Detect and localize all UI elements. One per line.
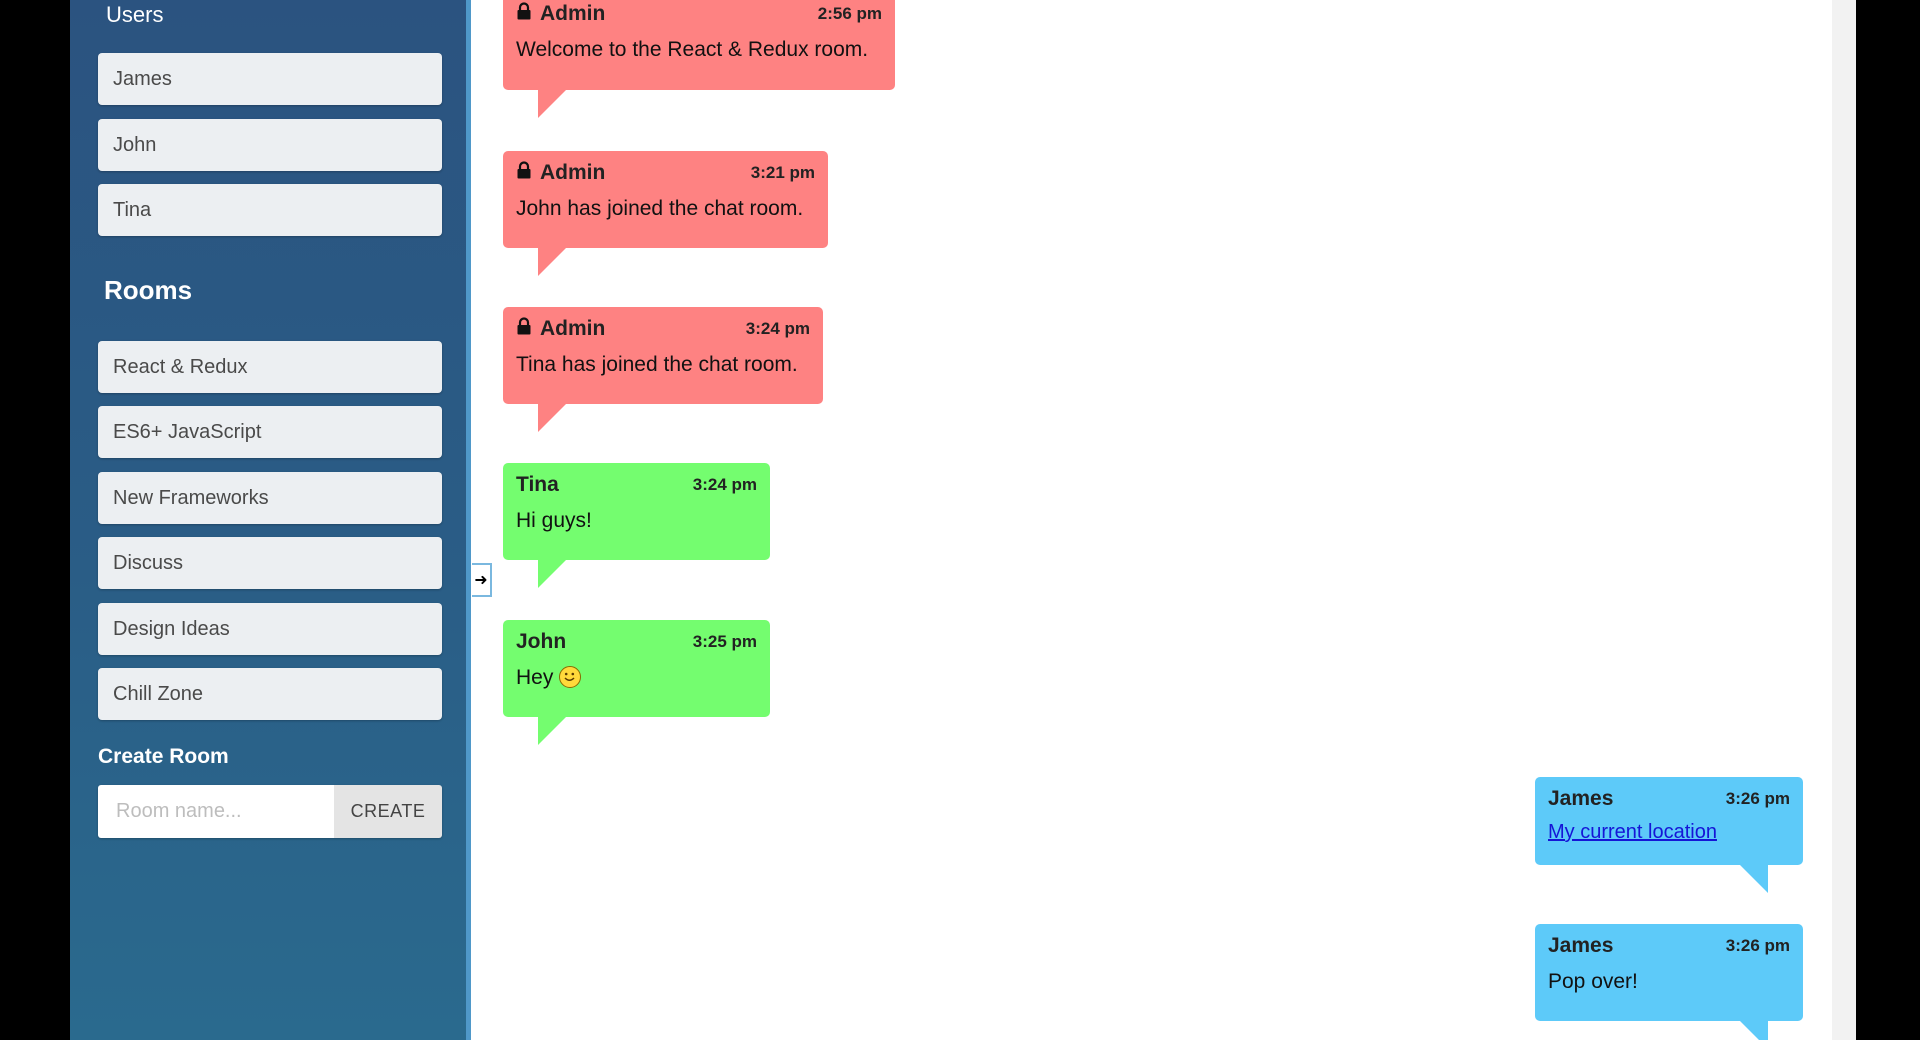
lock-icon [516,161,532,185]
bubble-tail [538,404,566,432]
bubble-tail [538,560,566,588]
message-sender: John [516,630,567,653]
chat-messages-area[interactable]: Admin 2:56 pm Welcome to the React & Red… [471,0,1832,1040]
room-item-chill-zone[interactable]: Chill Zone [98,668,442,720]
create-room-button[interactable]: CREATE [334,785,442,838]
chat-scroll-track[interactable] [1832,0,1856,1040]
message-bubble: Admin 2:56 pm Welcome to the React & Red… [503,0,895,118]
user-item-james[interactable]: James [98,53,442,105]
message-time: 3:24 pm [745,319,810,338]
message-text: John has joined the chat room. [516,197,804,220]
room-item-es6-javascript[interactable]: ES6+ JavaScript [98,406,442,458]
room-item-design-ideas[interactable]: Design Ideas [98,603,442,655]
room-item-react-redux[interactable]: React & Redux [98,341,442,393]
message-bubble: James 3:26 pm Pop over! [1535,924,1803,1040]
arrow-right-icon: ➜ [474,572,488,589]
bubble-tail [1740,1021,1768,1040]
lock-icon [516,2,532,26]
smiley-emoji-icon [559,666,582,688]
message-time: 3:24 pm [692,475,757,494]
message-sender: James [1548,787,1614,810]
bubble-tail [538,717,566,745]
message-text: Hi guys! [516,509,592,532]
users-heading: Users [106,2,164,27]
bubble-tail [538,248,566,276]
message-text: Pop over! [1548,970,1638,993]
rooms-heading: Rooms [104,275,193,305]
message-sender: Admin [540,317,606,340]
message-bubble: James 3:26 pm My current location [1535,777,1803,893]
bubble-tail [1740,865,1768,893]
message-bubble: Admin 3:24 pm Tina has joined the chat r… [503,307,823,432]
message-time: 3:26 pm [1725,936,1790,955]
message-time: 3:21 pm [750,163,815,182]
message-text: Tina has joined the chat room. [516,353,798,376]
room-item-discuss[interactable]: Discuss [98,537,442,589]
create-room-form: CREATE [98,785,442,838]
message-time: 3:25 pm [692,632,757,651]
bubble-tail [538,90,566,118]
message-bubble: Admin 3:21 pm John has joined the chat r… [503,151,828,276]
room-item-new-frameworks[interactable]: New Frameworks [98,472,442,524]
message-bubble: John 3:25 pm Hey [503,620,770,745]
message-sender: Tina [516,473,559,496]
message-text: Hey [516,666,554,689]
room-name-input[interactable] [98,785,334,838]
sidebar: Users James John Tina Rooms React & Redu… [70,0,470,1040]
message-text: Welcome to the React & Redux room. [516,38,869,61]
location-link[interactable]: My current location [1548,821,1717,844]
message-time: 3:26 pm [1725,789,1790,808]
user-item-john[interactable]: John [98,119,442,171]
message-sender: Admin [540,161,606,184]
message-sender: James [1548,934,1614,957]
message-bubble: Tina 3:24 pm Hi guys! [503,463,770,588]
create-room-heading: Create Room [98,745,229,768]
sidebar-toggle-button[interactable]: ➜ [472,563,492,597]
message-sender: Admin [540,2,606,25]
message-time: 2:56 pm [817,4,882,23]
user-item-tina[interactable]: Tina [98,184,442,236]
lock-icon [516,317,532,341]
